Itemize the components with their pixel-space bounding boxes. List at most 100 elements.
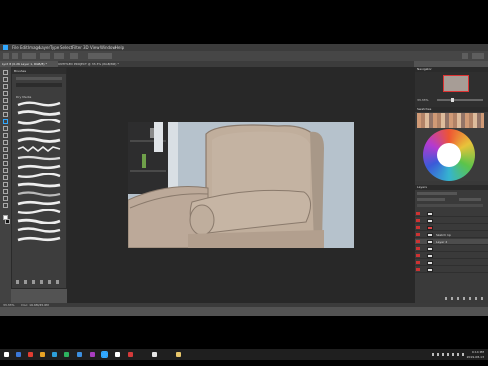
menu-select[interactable]: Select [60,45,72,50]
swatch-grid[interactable] [417,113,484,128]
lasso-tool-icon[interactable] [3,84,8,89]
smoothing-field[interactable] [70,53,78,59]
layer-row[interactable] [415,253,488,259]
eraser-tool-icon[interactable] [3,140,8,145]
eye-icon[interactable] [416,268,420,271]
photoshop-taskbar-icon[interactable] [101,351,108,358]
taskbar-icon[interactable] [152,352,157,357]
color-wheel[interactable] [423,129,475,181]
move-tool-icon[interactable] [3,70,8,75]
eye-icon[interactable] [416,212,420,215]
taskbar-icon[interactable] [40,352,45,357]
brush-stroke[interactable] [17,191,61,197]
workspace-button[interactable] [472,53,484,59]
canvas-area[interactable] [67,67,415,303]
layer-row[interactable] [415,225,488,231]
eye-icon[interactable] [416,261,420,264]
pen-tool-icon[interactable] [3,168,8,173]
marquee-tool-icon[interactable] [3,77,8,82]
taskbar-icon[interactable] [16,352,21,357]
brush-stroke[interactable] [17,227,61,233]
menu-3d[interactable]: 3D [83,45,89,50]
smoothing-options-button[interactable] [88,53,112,59]
start-button-icon[interactable] [4,352,9,357]
layer-row[interactable]: Sketch 1p [415,232,488,238]
menu-help[interactable]: Help [115,45,124,50]
layer-row[interactable] [415,218,488,224]
navigator-thumbnail[interactable] [443,75,469,92]
layer-row[interactable] [415,211,488,217]
navigator-zoom-handle[interactable] [451,98,454,102]
menu-layer[interactable]: Layer [39,45,50,50]
type-tool-icon[interactable] [3,175,8,180]
brush-stroke[interactable] [17,200,61,206]
brush-tool-icon[interactable] [3,119,8,124]
opacity-field[interactable] [40,53,50,59]
brush-stroke[interactable] [17,146,61,152]
gradient-tool-icon[interactable] [3,147,8,152]
background-color-icon[interactable] [5,219,10,224]
taskbar-icon[interactable] [115,352,120,357]
quick-select-tool-icon[interactable] [3,91,8,96]
taskbar-icon[interactable] [77,352,82,357]
brush-stroke[interactable] [17,110,61,116]
brush-stroke[interactable] [17,173,61,179]
blur-tool-icon[interactable] [3,154,8,159]
brush-stroke[interactable] [17,155,61,161]
brush-stroke[interactable] [17,101,61,107]
eye-icon[interactable] [416,247,420,250]
menu-file[interactable]: File [12,45,19,50]
brush-stroke[interactable] [17,182,61,188]
layer-row[interactable] [415,260,488,266]
eye-icon[interactable] [416,254,420,257]
layer-row[interactable] [415,246,488,252]
brush-stroke[interactable] [17,137,61,143]
menu-type[interactable]: Type [50,45,59,50]
shape-tool-icon[interactable] [3,189,8,194]
opacity-field[interactable] [459,198,481,201]
layers-footer-icons[interactable] [445,297,485,300]
taskbar-icon[interactable] [64,352,69,357]
taskbar-icon[interactable] [176,352,181,357]
brush-search-input[interactable] [16,83,62,87]
flow-field[interactable] [54,53,64,59]
navigator-zoom-slider[interactable] [437,99,483,101]
eye-icon[interactable] [416,233,420,236]
blend-mode-dropdown[interactable] [417,198,445,201]
eye-icon[interactable] [416,219,420,222]
lock-controls[interactable] [417,204,483,207]
history-brush-tool-icon[interactable] [3,133,8,138]
layer-filter-dropdown[interactable] [417,192,457,195]
artwork-canvas[interactable] [128,122,354,248]
taskbar-clock[interactable]: 9:14 PM 2019-08-13 [467,350,484,359]
brush-panel-footer-icons[interactable] [16,280,62,284]
path-select-tool-icon[interactable] [3,182,8,187]
brush-stroke[interactable] [17,236,61,242]
brush-size-slider[interactable] [16,77,62,80]
navigator-zoom-value[interactable]: 33.33% [417,98,428,102]
menu-filter[interactable]: Filter [72,45,82,50]
taskbar-icon[interactable] [128,352,133,357]
crop-tool-icon[interactable] [3,98,8,103]
layer-row-active[interactable]: Layer 2 [415,239,488,245]
brush-stroke[interactable] [17,119,61,125]
mode-dropdown[interactable] [22,53,36,59]
eye-icon[interactable] [416,226,420,229]
brush-stroke[interactable] [17,209,61,215]
taskbar-icon[interactable] [52,352,57,357]
taskbar-icon[interactable] [90,352,95,357]
menu-view[interactable]: View [90,45,100,50]
zoom-tool-icon[interactable] [3,203,8,208]
tool-preset-button[interactable] [3,53,9,59]
taskbar-icon[interactable] [28,352,33,357]
brush-stroke[interactable] [17,164,61,170]
hand-tool-icon[interactable] [3,196,8,201]
search-icon[interactable] [462,53,468,59]
menu-edit[interactable]: Edit [20,45,28,50]
brush-stroke[interactable] [17,128,61,134]
brush-stroke[interactable] [17,218,61,224]
healing-tool-icon[interactable] [3,112,8,117]
brush-size-button[interactable] [12,53,18,59]
clone-stamp-tool-icon[interactable] [3,126,8,131]
eye-icon[interactable] [416,240,420,243]
